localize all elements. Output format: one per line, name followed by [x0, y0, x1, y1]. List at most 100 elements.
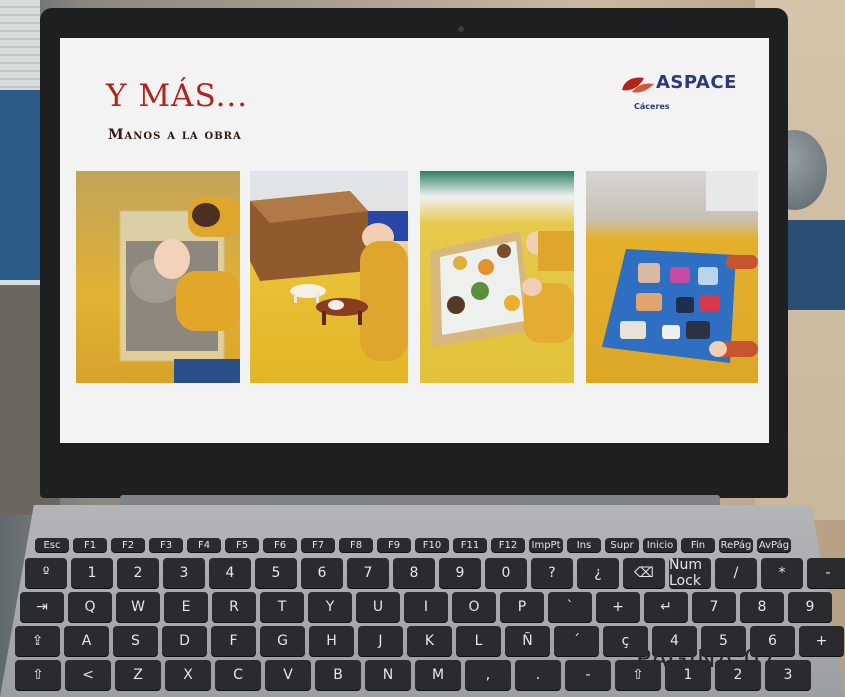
keyboard-key: W: [116, 592, 160, 622]
keyboard-key: Inicio: [643, 538, 677, 552]
keyboard-key: 4: [209, 558, 251, 588]
logo-text: ASPACE: [656, 72, 737, 93]
keyboard-key: D: [162, 626, 207, 656]
function-key-row: Esc F1 F2 F3 F4 F5 F6 F7 F8 F9 F10 F11 F12 ImpPt Ins Su…: [35, 538, 791, 552]
keyboard-key: -: [807, 558, 845, 588]
blue-puzzle-board-photo: [586, 171, 758, 383]
keyboard-key: E: [164, 592, 208, 622]
keyboard-key: Fin: [681, 538, 715, 552]
keyboard-key: U: [356, 592, 400, 622]
keyboard-key: O: [452, 592, 496, 622]
keyboard-key: K: [407, 626, 452, 656]
keyboard-key: B: [315, 660, 361, 690]
keyboard-key: 0: [485, 558, 527, 588]
keyboard-key: I: [404, 592, 448, 622]
slide-title: Y MÁS...: [106, 78, 249, 114]
keyboard-key: Z: [115, 660, 161, 690]
keyboard-key: F8: [339, 538, 373, 552]
keyboard-key: º: [25, 558, 67, 588]
keyboard-key: *: [761, 558, 803, 588]
keyboard-key: S: [113, 626, 158, 656]
keyboard-key: 6: [301, 558, 343, 588]
keyboard-key: 3: [163, 558, 205, 588]
page-number-label: PÁGINA 07: [636, 644, 778, 673]
keyboard-key: R: [212, 592, 256, 622]
keyboard-key: ImpPt: [529, 538, 563, 552]
keyboard-key: F4: [187, 538, 221, 552]
puzzle-board-illustration: [430, 231, 574, 347]
keyboard-key: X: [165, 660, 211, 690]
keyboard-key: 2: [117, 558, 159, 588]
keyboard-key: Supr: [605, 538, 639, 552]
keyboard-key: P: [500, 592, 544, 622]
keyboard-key: J: [358, 626, 403, 656]
keyboard-key: L: [456, 626, 501, 656]
wooden-puzzle-board-photo: [420, 171, 574, 383]
keyboard-key: ⇧: [15, 660, 61, 690]
keyboard-key: 9: [439, 558, 481, 588]
keyboard-key: AvPág: [757, 538, 791, 552]
keyboard-key: 9: [788, 592, 832, 622]
keyboard-key: V: [265, 660, 311, 690]
keyboard-key: ⇥: [20, 592, 64, 622]
keyboard-key: M: [415, 660, 461, 690]
keyboard-key: H: [309, 626, 354, 656]
keyboard-key: F1: [73, 538, 107, 552]
keyboard-key: RePág: [719, 538, 753, 552]
keyboard-key: ⇪: [15, 626, 60, 656]
keyboard-key: F6: [263, 538, 297, 552]
leaf-icon: [622, 77, 654, 93]
keyboard-key: F3: [149, 538, 183, 552]
keyboard-key: ´: [554, 626, 599, 656]
keyboard-key: 8: [740, 592, 784, 622]
aspace-logo: ASPACE Cáceres: [618, 72, 748, 116]
blue-puzzle-illustration: [602, 171, 758, 363]
keyboard-key: Q: [68, 592, 112, 622]
keyboard-key: Ñ: [505, 626, 550, 656]
webcam-icon: [458, 26, 464, 32]
keyboard-key: -: [565, 660, 611, 690]
keyboard-key: +: [596, 592, 640, 622]
keyboard-key: ,: [465, 660, 511, 690]
number-key-row: º 1 2 3 4 5 6 7 8 9 0? ¿ ⌫ Num Lock / * -: [25, 557, 845, 589]
keyboard-key: A: [64, 626, 109, 656]
keyboard-key: G: [260, 626, 305, 656]
qwerty-key-row: ⇥ Q W E R T Y U I O P ` + ↵ 7 8 9: [20, 592, 832, 622]
wooden-box-animals-photo: [250, 171, 408, 383]
keyboard-key: F2: [111, 538, 145, 552]
wooden-box-illustration: [250, 191, 408, 361]
keyboard-key: F5: [225, 538, 259, 552]
keyboard-key: 1: [71, 558, 113, 588]
keyboard-key: Num Lock: [669, 557, 711, 589]
keyboard-key: `: [548, 592, 592, 622]
keyboard-key: F10: [415, 538, 449, 552]
keyboard-key: F: [211, 626, 256, 656]
keyboard-key: Y: [308, 592, 352, 622]
keyboard-key: ?: [531, 558, 573, 588]
keyboard-key: <: [65, 660, 111, 690]
slide-subtitle: Manos a la obra: [108, 127, 242, 143]
keyboard-key: /: [715, 558, 757, 588]
sand-tray-illustration: [119, 197, 240, 383]
keyboard-key: C: [215, 660, 261, 690]
keyboard-key: Ins: [567, 538, 601, 552]
keyboard-key: F7: [301, 538, 335, 552]
keyboard-key: ⌫: [623, 558, 665, 588]
keyboard-key: 7: [347, 558, 389, 588]
kinetic-sand-tray-photo: [76, 171, 240, 383]
keyboard-key: 8: [393, 558, 435, 588]
laptop-screen: Y MÁS... Manos a la obra ASPACE Cáceres: [60, 38, 769, 443]
logo-subtext: Cáceres: [634, 102, 670, 111]
keyboard-key: T: [260, 592, 304, 622]
keyboard-key: F9: [377, 538, 411, 552]
keyboard-key: 7: [692, 592, 736, 622]
keyboard-key: N: [365, 660, 411, 690]
keyboard-key: ↵: [644, 592, 688, 622]
keyboard-key: Esc: [35, 538, 69, 552]
keyboard-key: 5: [255, 558, 297, 588]
keyboard-key: +: [799, 626, 844, 656]
keyboard-key: .: [515, 660, 561, 690]
keyboard-key: ¿: [577, 558, 619, 588]
keyboard-key: F12: [491, 538, 525, 552]
keyboard-key: F11: [453, 538, 487, 552]
